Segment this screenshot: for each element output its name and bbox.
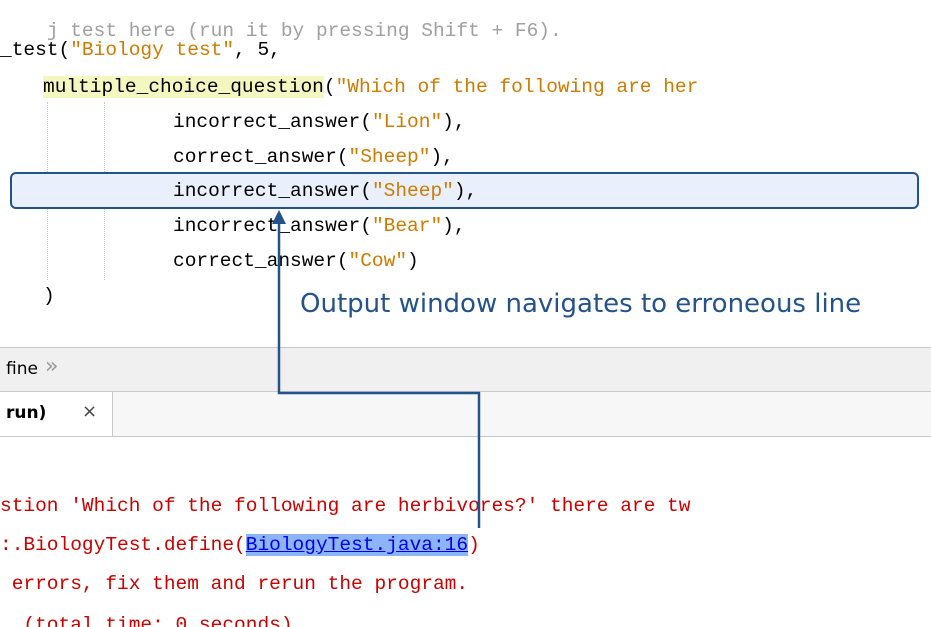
code-editor[interactable]: j test here (run it by pressing Shift + …	[0, 0, 931, 347]
output-line: (total time: 0 seconds)	[0, 614, 293, 627]
string-literal: "Sheep"	[371, 180, 454, 202]
code-line-comment[interactable]: j test here (run it by pressing Shift + …	[0, 0, 562, 42]
code-text: correct_answer(	[173, 146, 349, 168]
code-text: incorrect_answer(	[173, 180, 372, 202]
output-text: :.BiologyTest.define(	[0, 534, 246, 556]
tab-output-run[interactable]: run) ×	[0, 392, 113, 436]
output-text: )	[468, 534, 480, 556]
code-line-question[interactable]: multiple_choice_question("Which of the f…	[43, 72, 698, 102]
string-literal: "Which of the following are her	[335, 76, 699, 98]
code-line-answer[interactable]: incorrect_answer("Bear"),	[173, 211, 466, 241]
code-line-answer[interactable]: incorrect_answer("Lion"),	[173, 107, 466, 137]
output-line: stion 'Which of the following are herbiv…	[0, 495, 691, 517]
breadcrumb: fine »	[0, 347, 931, 392]
output-console[interactable]: stion 'Which of the following are herbiv…	[0, 437, 931, 627]
breadcrumb-item[interactable]: fine	[6, 359, 38, 379]
method-name: multiple_choice_question	[43, 76, 324, 98]
tab-label: run)	[6, 403, 47, 423]
code-line-answer[interactable]: correct_answer("Cow")	[173, 246, 419, 276]
code-text: incorrect_answer(	[173, 111, 372, 133]
code-line-close[interactable]: )	[43, 281, 55, 311]
code-text: ),	[442, 215, 466, 237]
code-text: _test(	[0, 39, 71, 61]
annotation-callout: Output window navigates to erroneous lin…	[300, 289, 862, 319]
code-text: ),	[430, 146, 454, 168]
code-text: ),	[453, 180, 478, 202]
code-text: (	[323, 76, 336, 98]
code-line-test[interactable]: _test("Biology test", 5,	[0, 35, 281, 65]
output-tab-strip: run) ×	[0, 392, 931, 437]
code-line-answer[interactable]: correct_answer("Sheep"),	[173, 142, 454, 172]
code-text: )	[407, 250, 419, 272]
code-text: ),	[442, 111, 466, 133]
string-literal: "Sheep"	[348, 146, 431, 168]
code-line-answer-error[interactable]: incorrect_answer("Sheep"),	[173, 176, 477, 206]
code-text: )	[43, 285, 55, 307]
string-literal: "Cow"	[348, 250, 408, 272]
string-literal: "Lion"	[371, 111, 443, 133]
code-text: , 5,	[234, 39, 281, 61]
code-text: incorrect_answer(	[173, 215, 372, 237]
string-literal: "Bear"	[371, 215, 443, 237]
string-literal: "Biology test"	[70, 39, 235, 61]
chevron-right-icon[interactable]: »	[45, 354, 58, 379]
stacktrace-link[interactable]: BiologyTest.java:16	[245, 534, 469, 556]
code-text: correct_answer(	[173, 250, 349, 272]
output-line: :.BiologyTest.define(BiologyTest.java:16…	[0, 528, 480, 562]
output-line: errors, fix them and rerun the program.	[0, 573, 469, 595]
close-icon[interactable]: ×	[82, 401, 97, 422]
